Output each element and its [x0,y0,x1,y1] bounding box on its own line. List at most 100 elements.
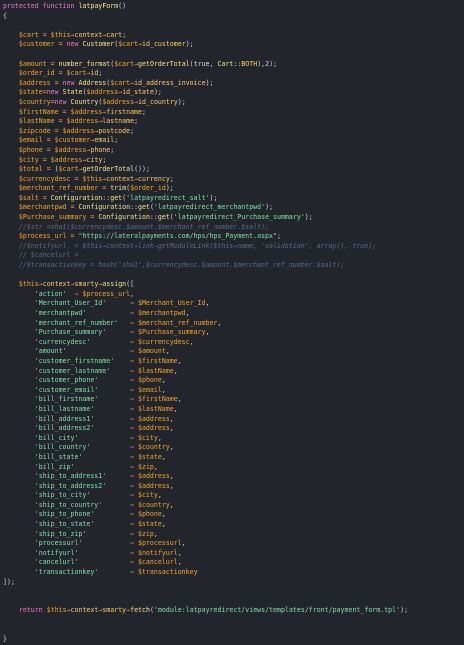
code-editor[interactable]: protected function latpayForm(){ $cart =… [0,0,464,643]
code-line: 'notifyurl' ⇒ $notifyurl, [3,549,464,559]
code-token: $cart [18,30,39,39]
code-line: 'processurl' ⇒ $processurl, [3,539,464,549]
code-token: 'customer_lastname' [34,366,111,375]
code-token: $country [138,500,170,509]
code-token: 'bill_address1' [34,414,95,423]
code-token: ; [114,136,119,145]
code-token: $this [18,280,39,289]
code-line: 'bill_address2' ⇒ $address, [3,424,464,434]
code-token: $address [137,414,170,423]
code-token: ); [400,606,409,615]
code-token: $address [102,97,135,106]
code-token: smarty [74,280,99,289]
code-token: $country [137,443,170,452]
code-token: ⇒ [78,433,138,442]
code-token: , [189,337,194,346]
code-token: = [86,213,99,222]
code-token: $notifyurl [137,548,178,557]
code-token: 'Purchase_summary' [34,328,107,337]
code-token: 'merchantpwd' [34,309,87,317]
code-line: } [3,635,464,645]
code-token: $zip [137,529,154,538]
code-token: ); [185,40,194,49]
code-token: ([ [126,280,135,289]
code-token: , [177,548,182,557]
code-token: 'bill_country' [34,443,91,452]
code-token: smarty [102,606,127,615]
code-token: 'bill_city' [34,433,79,442]
code-token: $email [18,136,43,145]
code-token: $cart [110,78,131,87]
code-line: $salt = Configuration::get('latpayredire… [3,194,464,204]
code-token: 'latpayredirect_Purchase_summary' [173,213,305,222]
code-token: , [169,481,174,490]
code-token: { [3,11,7,20]
code-token: ⇒ [86,529,138,538]
code-token: , [153,462,158,471]
code-token: $address [66,117,99,126]
code-token: Cart [217,59,234,68]
code-token: email [94,136,115,145]
code-token: $Purchase_summary [18,213,87,222]
code-token: ⇒ [90,443,138,452]
code-token: $firstName [138,356,178,365]
code-line: 'ship_to_address1' ⇒ $address, [3,472,464,482]
code-token: Configuration [50,193,103,202]
code-token: id_country [138,97,178,106]
code-line: 'ship_to_phone' ⇒ $phone, [3,510,464,520]
code-line: $merchantpwd = Configuration::get('latpa… [3,203,464,213]
code-token: ); [165,184,174,193]
code-token: ⇒ [106,299,138,308]
code-token: ; [169,174,174,183]
code-line: 'Merchant_User_Id' ⇒ $Merchant_User_Id, [3,299,464,309]
code-token: ⇒ [86,309,138,317]
code-token: $firstName [138,395,178,404]
code-token: ; [110,145,115,154]
code-token: ⇒ [78,558,138,567]
code-token: $merchantpwd [18,203,67,212]
code-token: ⇒ [98,568,138,577]
code-token: "https://lateralpayments.com/hps/hps_Pay… [78,232,277,241]
code-line: $amount = number_format($cart→getOrderTo… [3,60,464,70]
code-token: $phone [138,376,162,385]
code-token: $address [50,155,83,164]
code-token: 'ship_to_state' [34,520,95,529]
code-token: $zipcode [18,126,51,135]
code-token: $process_url [82,289,131,298]
code-token: 'Merchant_User_Id' [34,299,107,308]
code-token: Customer [82,40,115,49]
code-token: , [161,376,166,385]
code-line: //$transactionkey = hash('sha1',$currenc… [3,261,464,271]
code-line: 'customer_email' ⇒ $email, [3,386,464,396]
code-token: = [58,107,71,116]
code-token: 'bill_firstname' [34,395,99,404]
code-line: 'ship_to_address2' ⇒ $address, [3,482,464,492]
code-token: postcode [98,126,131,135]
code-token: get [110,193,123,202]
code-token: ⇒ [106,328,138,337]
code-token: = [42,145,55,154]
code-line: return $this→context→smarty→fetch('modul… [3,606,464,616]
code-line: $city = $address→city; [3,156,464,166]
code-token: Address [78,78,107,87]
